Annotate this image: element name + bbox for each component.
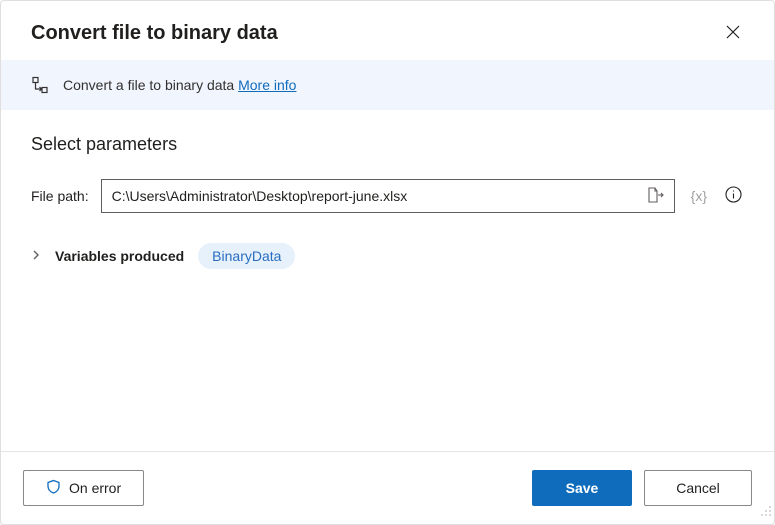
- shield-icon: [46, 479, 61, 497]
- info-banner: Convert a file to binary data More info: [1, 60, 774, 110]
- dialog: Convert file to binary data Convert a fi…: [0, 0, 775, 525]
- binary-convert-icon: [31, 76, 49, 94]
- banner-text: Convert a file to binary data: [63, 77, 238, 93]
- close-button[interactable]: [722, 21, 744, 46]
- file-path-row: File path: {x}: [31, 179, 744, 213]
- insert-variable-button[interactable]: {x}: [687, 184, 711, 208]
- dialog-footer: On error Save Cancel: [1, 451, 774, 524]
- dialog-title: Convert file to binary data: [31, 22, 278, 45]
- dialog-header: Convert file to binary data: [1, 1, 774, 60]
- variable-icon: {x}: [691, 188, 707, 204]
- content-area: Select parameters File path:: [1, 110, 774, 451]
- footer-right: Save Cancel: [532, 470, 752, 506]
- section-title: Select parameters: [31, 134, 744, 155]
- on-error-label: On error: [69, 480, 121, 496]
- save-label: Save: [566, 480, 599, 496]
- browse-file-button[interactable]: [644, 184, 666, 209]
- close-icon: [726, 25, 740, 42]
- save-button[interactable]: Save: [532, 470, 632, 506]
- variable-pill[interactable]: BinaryData: [198, 243, 295, 269]
- file-path-label: File path:: [31, 188, 89, 204]
- file-select-icon: [646, 186, 664, 207]
- variables-produced-row: Variables produced BinaryData: [31, 243, 744, 269]
- on-error-button[interactable]: On error: [23, 470, 144, 506]
- chevron-right-icon[interactable]: [31, 249, 41, 263]
- variables-produced-label: Variables produced: [55, 248, 184, 264]
- more-info-link[interactable]: More info: [238, 77, 296, 93]
- file-path-input-wrap: [101, 179, 675, 213]
- file-path-input[interactable]: [112, 188, 638, 204]
- banner-text-wrap: Convert a file to binary data More info: [63, 77, 296, 93]
- cancel-label: Cancel: [676, 480, 720, 496]
- info-icon: [725, 186, 742, 206]
- field-info-button[interactable]: [723, 184, 744, 208]
- cancel-button[interactable]: Cancel: [644, 470, 752, 506]
